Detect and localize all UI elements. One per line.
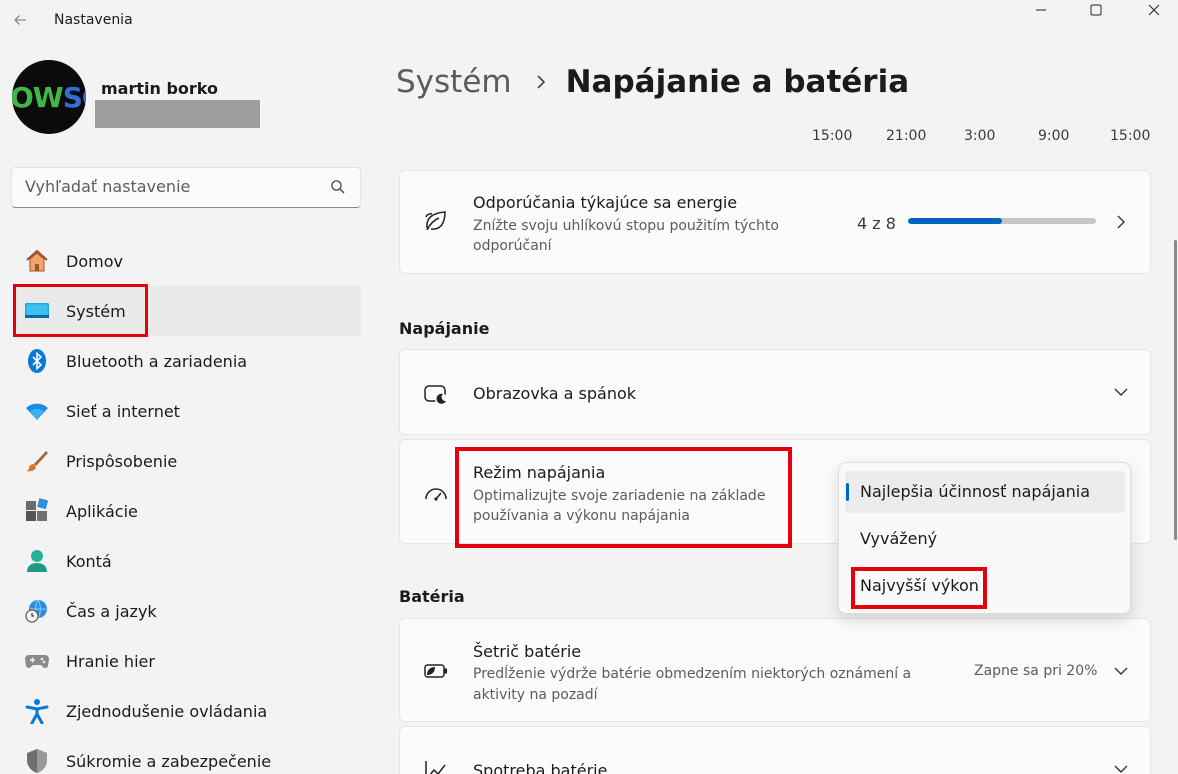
title-bar: Nastavenia bbox=[0, 0, 1178, 42]
breadcrumb-parent[interactable]: Systém bbox=[396, 64, 512, 100]
screen-sleep-card[interactable]: Obrazovka a spánok bbox=[399, 349, 1151, 435]
battery-saver-card[interactable]: Šetrič batérie Predĺženie výdrže batérie… bbox=[399, 618, 1151, 722]
battery-saver-value: Zapne sa pri 20% bbox=[974, 663, 1098, 679]
search-icon[interactable] bbox=[330, 179, 346, 199]
app-title: Nastavenia bbox=[54, 12, 133, 28]
account-icon bbox=[24, 548, 50, 574]
battery-saver-icon bbox=[422, 657, 450, 685]
chevron-right-icon bbox=[1113, 214, 1129, 230]
chevron-down-icon[interactable] bbox=[1113, 761, 1129, 774]
search-input[interactable] bbox=[25, 177, 325, 196]
avatar[interactable]: OWSC bbox=[12, 60, 86, 134]
gauge-icon bbox=[422, 480, 450, 508]
sidebar-item-label: Domov bbox=[66, 251, 123, 271]
bluetooth-icon bbox=[24, 348, 50, 374]
maximize-icon bbox=[1090, 4, 1102, 16]
battery-usage-card[interactable]: Spotreba batérie bbox=[399, 726, 1151, 774]
selection-indicator bbox=[846, 483, 849, 501]
home-icon bbox=[24, 248, 50, 274]
energy-progress-bar bbox=[908, 218, 1096, 224]
card-title: Odporúčania týkajúce sa energie bbox=[473, 193, 738, 212]
highlight-box-system bbox=[13, 284, 148, 337]
highlight-box-power-mode bbox=[455, 447, 792, 548]
option-label: Najlepšia účinnosť napájania bbox=[860, 482, 1091, 501]
sidebar-item-personalization[interactable]: Prispôsobenie bbox=[12, 436, 361, 486]
minimize-icon bbox=[1036, 9, 1046, 11]
breadcrumb: Systém Napájanie a batéria bbox=[396, 64, 909, 100]
sidebar-item-network[interactable]: Sieť a internet bbox=[12, 386, 361, 436]
sidebar-item-label: Čas a jazyk bbox=[66, 601, 157, 621]
shield-icon bbox=[24, 748, 50, 774]
scrollbar[interactable] bbox=[1174, 240, 1177, 540]
apps-icon bbox=[24, 498, 50, 524]
card-subtitle-line2: aktivity na pozadí bbox=[473, 687, 598, 703]
breadcrumb-chevron-icon bbox=[534, 70, 548, 95]
sidebar-item-label: Sieť a internet bbox=[66, 401, 180, 421]
sidebar-item-label: Kontá bbox=[66, 551, 112, 571]
clock-globe-icon bbox=[24, 598, 50, 624]
sidebar-item-domov[interactable]: Domov bbox=[12, 236, 361, 286]
sidebar-item-apps[interactable]: Aplikácie bbox=[12, 486, 361, 536]
user-name: martin borko bbox=[101, 79, 218, 98]
card-title: Spotreba batérie bbox=[473, 761, 608, 774]
maximize-button[interactable] bbox=[1073, 0, 1119, 20]
close-button[interactable] bbox=[1131, 0, 1177, 20]
sidebar-item-label: Súkromie a zabezpečenie bbox=[66, 751, 272, 771]
sidebar-item-label: Bluetooth a zariadenia bbox=[66, 351, 248, 371]
timeline-label: 15:00 bbox=[1110, 128, 1151, 144]
sidebar-item-accounts[interactable]: Kontá bbox=[12, 536, 361, 586]
energy-progress-fill bbox=[908, 218, 1002, 224]
sidebar-item-privacy[interactable]: Súkromie a zabezpečenie bbox=[12, 736, 361, 774]
timeline-label: 9:00 bbox=[1038, 128, 1070, 144]
avatar-logo-text: OWSC bbox=[12, 81, 86, 114]
timeline-label: 15:00 bbox=[812, 128, 853, 144]
option-label: Vyvážený bbox=[860, 529, 938, 548]
sidebar-item-label: Aplikácie bbox=[66, 501, 138, 521]
user-email-redacted bbox=[95, 100, 260, 128]
section-title-battery: Batéria bbox=[399, 587, 465, 606]
dropdown-option-balanced[interactable]: Vyvážený bbox=[845, 518, 1125, 560]
card-subtitle-line1: Znížte svoju uhlíkovú stopu použitím týc… bbox=[473, 218, 779, 234]
sidebar-item-label: Zjednodušenie ovládania bbox=[66, 701, 268, 721]
sidebar-item-time-language[interactable]: Čas a jazyk bbox=[12, 586, 361, 636]
card-subtitle-line1: Predĺženie výdrže batérie obmedzením nie… bbox=[473, 666, 912, 682]
close-icon bbox=[1148, 4, 1160, 16]
sidebar-item-gaming[interactable]: Hranie hier bbox=[12, 636, 361, 686]
energy-recommendations-card[interactable]: Odporúčania týkajúce sa energie Znížte s… bbox=[399, 170, 1151, 274]
chevron-down-icon[interactable] bbox=[1113, 663, 1129, 679]
card-title: Šetrič batérie bbox=[473, 642, 582, 661]
back-arrow-icon bbox=[14, 15, 26, 25]
wifi-icon bbox=[24, 398, 50, 424]
card-subtitle-line2: odporúčaní bbox=[473, 238, 552, 254]
sidebar-item-accessibility[interactable]: Zjednodušenie ovládania bbox=[12, 686, 361, 736]
timeline-label: 3:00 bbox=[964, 128, 996, 144]
highlight-box-best-performance bbox=[851, 567, 987, 609]
gamepad-icon bbox=[24, 648, 50, 674]
leaf-icon bbox=[422, 207, 450, 235]
dropdown-option-best-efficiency[interactable]: Najlepšia účinnosť napájania bbox=[845, 471, 1125, 513]
chart-line-icon bbox=[422, 757, 450, 774]
minimize-button[interactable] bbox=[1018, 0, 1064, 20]
search-box[interactable] bbox=[11, 167, 361, 208]
brush-icon bbox=[24, 448, 50, 474]
card-title: Obrazovka a spánok bbox=[473, 384, 637, 403]
back-button[interactable] bbox=[8, 6, 32, 34]
accessibility-icon bbox=[24, 698, 50, 724]
sidebar-item-bluetooth[interactable]: Bluetooth a zariadenia bbox=[12, 336, 361, 386]
page-title: Napájanie a batéria bbox=[565, 64, 910, 100]
sidebar-item-label: Prispôsobenie bbox=[66, 451, 178, 471]
sidebar-item-label: Hranie hier bbox=[66, 651, 155, 671]
progress-label: 4 z 8 bbox=[857, 214, 896, 233]
chevron-down-icon[interactable] bbox=[1113, 384, 1129, 400]
screen-sleep-icon bbox=[422, 380, 450, 408]
section-title-power: Napájanie bbox=[399, 319, 490, 338]
timeline-label: 21:00 bbox=[886, 128, 927, 144]
